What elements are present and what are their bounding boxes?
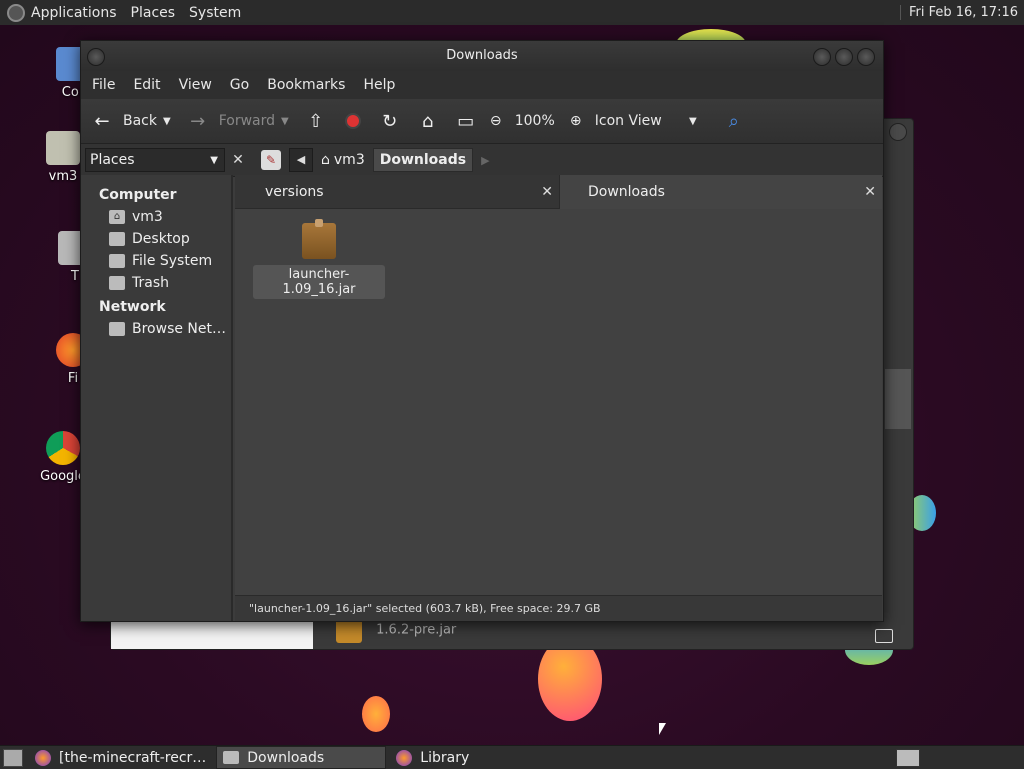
minimize-button[interactable]	[813, 48, 831, 66]
sidebar-section-computer: Computer	[99, 187, 177, 203]
sidebar-item-file-system[interactable]: File System	[109, 253, 231, 269]
scrollbar[interactable]	[885, 369, 911, 429]
location-bar: Places ▼ ✕ ✎ ◀ ⌂ vm3 Downloads ▶	[81, 144, 883, 177]
back-history-dropdown[interactable]: ▼	[163, 116, 171, 127]
menu-go[interactable]: Go	[230, 77, 249, 93]
menubar: File Edit View Go Bookmarks Help	[81, 71, 883, 99]
applications-menu[interactable]: Applications	[31, 5, 117, 21]
jar-archive-icon	[302, 219, 336, 259]
breadcrumb-vm3[interactable]: ⌂ vm3	[315, 149, 371, 171]
breadcrumb-downloads[interactable]: Downloads	[372, 148, 474, 172]
maximize-button[interactable]	[835, 48, 853, 66]
menu-bookmarks[interactable]: Bookmarks	[267, 77, 345, 93]
network-icon	[109, 322, 125, 336]
file-manager-window[interactable]: Downloads File Edit View Go Bookmarks He…	[80, 40, 884, 622]
decor-blob	[362, 696, 390, 732]
status-bar: "launcher-1.09_16.jar" selected (603.7 k…	[235, 595, 882, 621]
file-name: launcher-1.09_16.jar	[253, 265, 385, 299]
firefox-icon	[396, 749, 413, 766]
task-library[interactable]: Library	[390, 747, 475, 768]
home-button[interactable]: ⌂	[417, 111, 439, 132]
menu-file[interactable]: File	[92, 77, 115, 93]
download-item-name: 1.6.2-pre.jar	[376, 622, 457, 638]
taskbar: [the-minecraft-recr… Downloads Library	[0, 745, 1024, 769]
breadcrumb-left-arrow[interactable]: ◀	[289, 148, 313, 172]
menu-view[interactable]: View	[179, 77, 212, 93]
window-title: Downloads	[446, 48, 518, 63]
tab-versions[interactable]: versions ✕	[235, 175, 559, 209]
tab-downloads[interactable]: Downloads ✕	[559, 175, 882, 209]
computer-button[interactable]: ▭	[455, 111, 477, 132]
sidebar-item-browse-network[interactable]: Browse Net…	[109, 321, 231, 337]
zoom-in-button[interactable]: ⊕	[565, 113, 587, 129]
sidebar-item-desktop[interactable]: Desktop	[109, 231, 231, 247]
reload-button[interactable]: ↻	[379, 111, 401, 132]
chrome-icon	[46, 431, 80, 465]
home-icon: ⌂	[321, 152, 330, 168]
computer-icon: ▭	[457, 110, 475, 132]
clock[interactable]: Fri Feb 16, 17:16	[899, 5, 1018, 20]
places-sidebar: Computer ⌂ vm3 Desktop File System Trash …	[81, 175, 233, 621]
up-arrow-icon: ⇧	[308, 110, 324, 132]
folder-icon[interactable]	[875, 629, 893, 643]
firefox-icon	[35, 749, 51, 766]
home-icon: ⌂	[422, 110, 434, 132]
stop-button[interactable]	[344, 113, 361, 129]
breadcrumb: ✎ ◀ ⌂ vm3 Downloads ▶	[261, 148, 490, 172]
zoom-out-button[interactable]: ⊖	[485, 113, 507, 129]
zoom-level: 100%	[514, 113, 555, 129]
view-mode-select[interactable]: Icon View ▼	[595, 113, 705, 129]
menu-help[interactable]: Help	[363, 77, 395, 93]
search-icon: ⌕	[728, 110, 739, 132]
file-item[interactable]: launcher-1.09_16.jar	[253, 219, 385, 299]
window-titlebar[interactable]: Downloads	[81, 41, 883, 71]
sidebar-item-trash[interactable]: Trash	[109, 275, 231, 291]
task-firefox-minecraft[interactable]: [the-minecraft-recr…	[29, 747, 212, 768]
chevron-down-icon: ▼	[210, 154, 218, 166]
show-desktop-icon[interactable]	[3, 748, 23, 767]
reload-icon: ↻	[382, 110, 398, 132]
chevron-down-icon: ▼	[689, 115, 697, 127]
stop-icon	[344, 113, 361, 129]
home-folder-icon	[46, 131, 80, 165]
edit-location-icon[interactable]: ✎	[261, 150, 281, 170]
toolbar: ← Back ▼ → Forward ▼ ⇧ ↻ ⌂ ▭ ⊖ 100% ⊕ Ic…	[81, 99, 883, 144]
zoom-in-icon: ⊕	[569, 113, 582, 129]
desktop-icon	[109, 232, 125, 246]
sidebar-item-vm3[interactable]: ⌂ vm3	[109, 209, 231, 225]
top-panel: Applications Places System Fri Feb 16, 1…	[0, 0, 1024, 26]
file-view[interactable]: versions ✕ Downloads ✕ launcher-1.09_16.…	[235, 175, 882, 621]
home-icon: ⌂	[109, 210, 125, 224]
forward-arrow-icon: →	[190, 110, 206, 132]
drive-icon	[109, 254, 125, 268]
sidebar-selector[interactable]: Places ▼	[85, 148, 225, 172]
breadcrumb-right-arrow[interactable]: ▶	[481, 154, 489, 167]
workspace-switcher-icon[interactable]	[896, 748, 920, 767]
sidebar-section-network: Network	[99, 299, 166, 315]
mate-logo-icon[interactable]	[7, 3, 25, 22]
system-menu[interactable]: System	[189, 5, 241, 21]
folder-icon	[223, 751, 240, 764]
white-panel	[111, 619, 313, 649]
tab-bar: versions ✕ Downloads ✕	[235, 175, 882, 209]
close-tab-icon[interactable]: ✕	[864, 175, 876, 209]
task-downloads[interactable]: Downloads	[216, 746, 387, 769]
back-button[interactable]: ← Back ▼	[91, 111, 179, 132]
search-button[interactable]: ⌕	[723, 111, 745, 132]
close-button[interactable]	[857, 48, 875, 66]
mouse-cursor-icon	[659, 723, 666, 735]
back-arrow-icon: ←	[94, 110, 110, 132]
window-menu-button[interactable]	[87, 48, 105, 66]
up-button[interactable]: ⇧	[305, 111, 327, 132]
forward-history-dropdown[interactable]: ▼	[281, 116, 289, 127]
places-menu[interactable]: Places	[131, 5, 176, 21]
window-button[interactable]	[889, 123, 907, 141]
zoom-out-icon: ⊖	[489, 113, 502, 129]
close-sidebar-icon[interactable]: ✕	[229, 152, 247, 168]
menu-edit[interactable]: Edit	[133, 77, 160, 93]
trash-icon	[109, 276, 125, 290]
close-tab-icon[interactable]: ✕	[541, 175, 553, 209]
forward-button[interactable]: → Forward ▼	[187, 111, 297, 132]
